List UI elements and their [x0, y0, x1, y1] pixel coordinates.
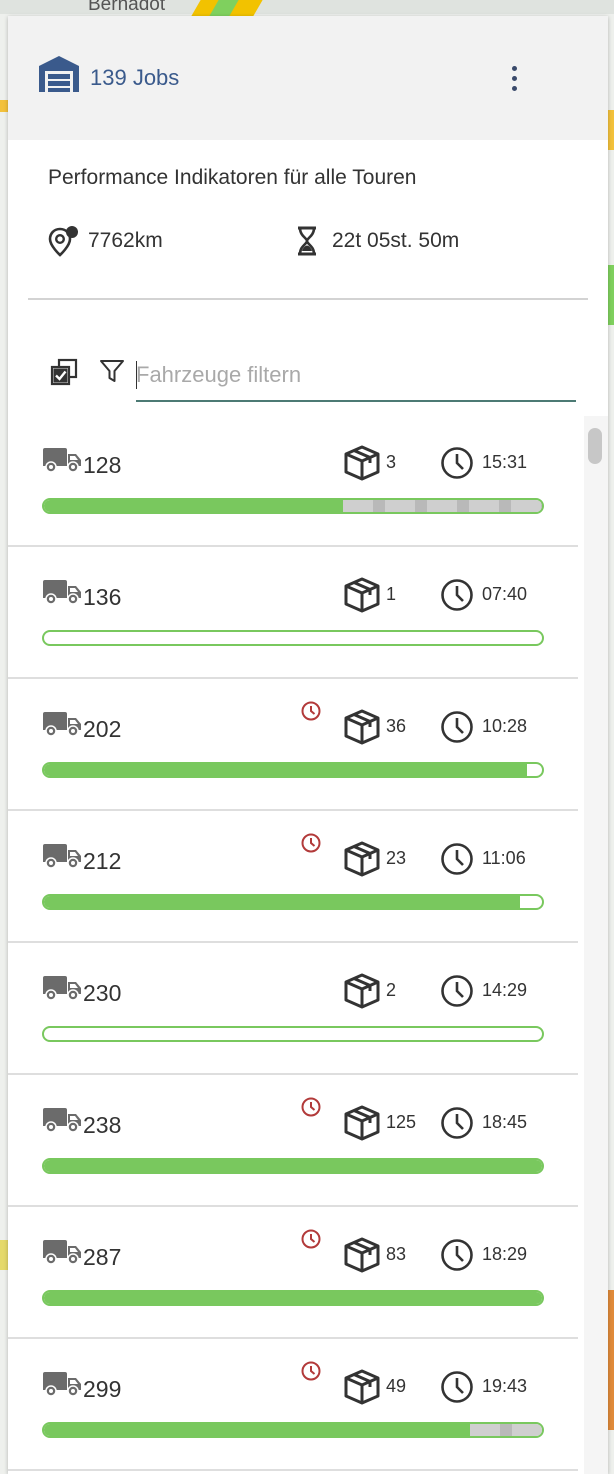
tour-name: 238 [83, 1112, 122, 1138]
tour-progress-bar [42, 1422, 544, 1438]
progress-remaining [469, 1424, 542, 1436]
tour-end-time: 11:06 [482, 848, 526, 868]
package-icon [344, 1237, 380, 1273]
panel-header: 139 Jobs [8, 16, 608, 140]
tour-row-238[interactable]: 238 125 18:45 [8, 1076, 578, 1207]
truck-icon [43, 448, 81, 473]
tour-job-count: 3 [386, 452, 397, 472]
scrollbar-track[interactable] [584, 416, 608, 1474]
truck-icon [43, 580, 81, 605]
tour-end-time: 18:29 [482, 1244, 528, 1264]
kpi-distance: 7762km [46, 224, 163, 258]
tour-row-287[interactable]: 287 83 18:29 [8, 1208, 578, 1339]
vehicle-filter-input[interactable] [136, 356, 576, 402]
clock-icon [441, 1107, 473, 1139]
tour-progress-bar [42, 498, 544, 514]
kpi-distance-value: 7762km [88, 229, 163, 252]
tour-row-230[interactable]: 230 2 14:29 [8, 944, 578, 1075]
tour-list: 128 3 15:31 136 1 07:40 202 36 10:28 212… [8, 416, 584, 1474]
tour-progress-bar [42, 762, 544, 778]
package-icon [344, 841, 380, 877]
tour-name: 230 [83, 980, 122, 1006]
tour-end-time: 18:45 [482, 1112, 528, 1132]
truck-icon [43, 712, 81, 737]
tour-progress-bar [42, 1158, 544, 1174]
jobs-count-title[interactable]: 139 Jobs [90, 65, 179, 91]
late-clock-icon [301, 1361, 321, 1381]
tour-progress-bar [42, 1026, 544, 1042]
truck-icon [43, 1240, 81, 1265]
tour-end-time: 10:28 [482, 716, 528, 736]
tour-job-count: 2 [386, 980, 397, 1000]
kpi-duration-value: 22t 05st. 50m [332, 229, 460, 252]
tour-job-count: 36 [386, 716, 407, 736]
filter-icon[interactable] [98, 357, 126, 385]
late-clock-icon [301, 1229, 321, 1249]
tour-job-count: 83 [386, 1244, 407, 1264]
clock-icon [441, 1239, 473, 1271]
warehouse-icon [39, 56, 79, 92]
progress-remaining [342, 500, 542, 512]
select-all-checkbox-icon[interactable] [50, 358, 78, 386]
late-clock-icon [301, 701, 321, 721]
tour-end-time: 19:43 [482, 1376, 528, 1396]
text-caret [136, 361, 137, 389]
truck-icon [43, 1372, 81, 1397]
truck-icon [43, 844, 81, 869]
tour-panel: 139 Jobs Performance Indikatoren für all… [8, 16, 608, 1474]
tour-row-136[interactable]: 136 1 07:40 [8, 548, 578, 679]
kpi-title: Performance Indikatoren für alle Touren [48, 166, 417, 189]
tour-name: 287 [83, 1244, 122, 1270]
tour-job-count: 1 [386, 584, 397, 604]
clock-icon [441, 975, 473, 1007]
more-vert-icon[interactable] [498, 60, 530, 96]
tour-name: 128 [83, 452, 122, 478]
clock-icon [441, 711, 473, 743]
tour-end-time: 14:29 [482, 980, 528, 1000]
tour-name: 136 [83, 584, 122, 610]
late-clock-icon [301, 833, 321, 853]
tour-row-202[interactable]: 202 36 10:28 [8, 680, 578, 811]
progress-fill [44, 764, 528, 776]
clock-icon [441, 843, 473, 875]
map-street-label: Bernadot [88, 0, 166, 15]
tour-progress-bar [42, 1290, 544, 1306]
package-icon [344, 709, 380, 745]
scrollbar-thumb[interactable] [588, 428, 602, 464]
package-icon [344, 445, 380, 481]
progress-fill [44, 500, 343, 512]
tour-row-212[interactable]: 212 23 11:06 [8, 812, 578, 943]
tour-end-time: 15:31 [482, 452, 528, 472]
package-icon [344, 1105, 380, 1141]
kpi-duration: 22t 05st. 50m [290, 224, 459, 258]
package-icon [344, 973, 380, 1009]
hourglass-icon [298, 226, 316, 256]
tour-job-count: 49 [386, 1376, 407, 1396]
tour-progress-bar [42, 630, 544, 646]
progress-fill [44, 1292, 542, 1304]
kpi-divider [28, 298, 588, 300]
progress-fill [44, 896, 520, 908]
late-clock-icon [301, 1097, 321, 1117]
progress-fill [44, 1160, 542, 1172]
tour-row-299[interactable]: 299 49 19:43 [8, 1340, 578, 1471]
truck-icon [43, 976, 81, 1001]
tour-job-count: 23 [386, 848, 407, 868]
clock-icon [441, 579, 473, 611]
tour-end-time: 07:40 [482, 584, 528, 604]
clock-icon [441, 447, 473, 479]
truck-icon [43, 1108, 81, 1133]
progress-fill [44, 1424, 470, 1436]
tour-row-128[interactable]: 128 3 15:31 [8, 416, 578, 547]
tour-name: 299 [83, 1376, 122, 1402]
tour-name: 212 [83, 848, 122, 874]
tour-name: 202 [83, 716, 122, 742]
clock-icon [441, 1371, 473, 1403]
tour-progress-bar [42, 894, 544, 910]
tour-job-count: 125 [386, 1112, 417, 1132]
package-icon [344, 577, 380, 613]
map-pin-icon [48, 226, 78, 257]
package-icon [344, 1369, 380, 1405]
